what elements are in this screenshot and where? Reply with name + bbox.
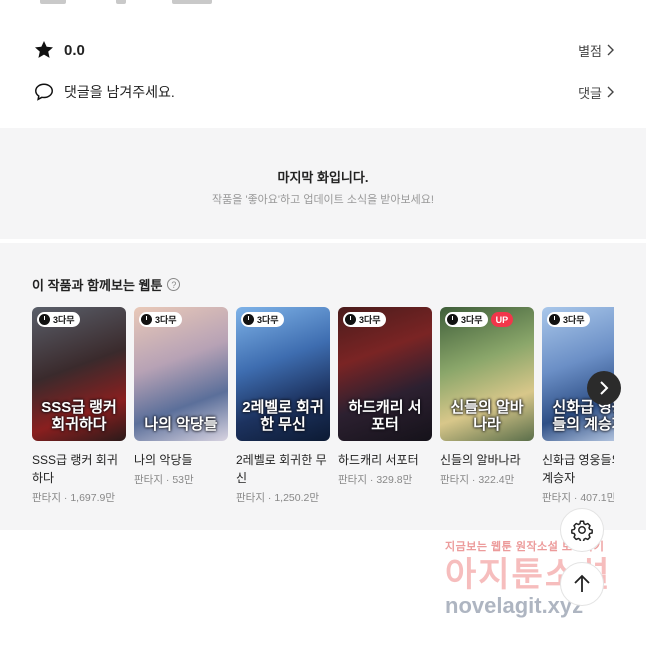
rating-link[interactable]: 별점 [578, 41, 614, 60]
webtoon-meta: 판타지 · 1,697.9만 [32, 492, 116, 504]
chevron-right-icon [600, 381, 609, 395]
webtoon-thumbnail[interactable]: 3다무 하드캐리 서포터 [338, 307, 432, 441]
webtoon-card[interactable]: 3다무 2레벨로 회귀한 무신 2레벨로 회귀한 무신 판타지 · 1,250.… [236, 307, 330, 505]
settings-button[interactable] [560, 508, 604, 552]
wait-free-badge: 3다무 [139, 312, 182, 327]
webtoon-title[interactable]: 하드캐리 서포터 [338, 451, 432, 469]
last-episode-subtitle: 작품을 '좋아요'하고 업데이트 소식을 받아보세요! [212, 194, 434, 206]
chevron-right-icon [607, 44, 614, 56]
webtoon-meta: 판타지 · 53만 [134, 474, 194, 486]
comment-link-label: 댓글 [578, 85, 602, 101]
webtoon-thumbnail[interactable]: 3다무 2레벨로 회귀한 무신 [236, 307, 330, 441]
webtoon-title[interactable]: 신화급 영웅들의 계승자 [542, 451, 614, 487]
webtoon-card[interactable]: 3다무 SSS급 랭커 회귀하다 SSS급 랭커 회귀하다 판타지 · 1,69… [32, 307, 126, 505]
up-badge: UP [490, 312, 514, 327]
clock-icon [243, 314, 254, 325]
comment-row[interactable]: 댓글을 남겨주세요. 댓글 [32, 77, 614, 107]
clock-icon [447, 314, 458, 325]
recommendations-heading: 이 작품과 함께보는 웹툰 ? [32, 275, 181, 294]
webtoon-meta: 판타지 · 329.8만 [338, 474, 413, 486]
webtoon-card[interactable]: 3다무 하드캐리 서포터 하드캐리 서포터 판타지 · 329.8만 [338, 307, 432, 487]
webtoon-title[interactable]: SSS급 랭커 회귀하다 [32, 451, 126, 487]
clock-icon [141, 314, 152, 325]
webtoon-meta: 판타지 · 322.4만 [440, 474, 515, 486]
help-icon[interactable]: ? [167, 278, 181, 291]
webtoon-card[interactable]: 3다무 신화급 영웅들의 계승자 신화급 영웅들의 계승자 판타지 · 407.… [542, 307, 614, 505]
wait-free-badge: 3다무 [37, 312, 80, 327]
last-episode-title: 마지막 화입니다. [277, 170, 369, 185]
webtoon-meta: 판타지 · 1,250.2만 [236, 492, 320, 504]
clock-icon [39, 314, 50, 325]
webtoon-card[interactable]: 3다무 UP 신들의 알바나라 신들의 알바나라 판타지 · 322.4만 [440, 307, 534, 487]
rating-value: 0.0 [64, 41, 85, 59]
cover-title: 2레벨로 회귀한 무신 [242, 399, 324, 433]
cover-title: 신들의 알바나라 [450, 399, 524, 433]
recommendations-carousel[interactable]: 3다무 SSS급 랭커 회귀하다 SSS급 랭커 회귀하다 판타지 · 1,69… [32, 307, 614, 517]
rating-link-label: 별점 [578, 43, 602, 59]
wait-free-badge: 3다무 [343, 312, 386, 327]
webtoon-title[interactable]: 나의 악당들 [134, 451, 228, 469]
chevron-right-icon [607, 86, 614, 98]
recommendations-title: 이 작품과 함께보는 웹툰 [32, 278, 163, 293]
webtoon-title[interactable]: 2레벨로 회귀한 무신 [236, 451, 330, 487]
rating-row[interactable]: 0.0 별점 [32, 35, 614, 65]
arrow-up-icon [574, 574, 590, 592]
speech-bubble-icon [32, 80, 56, 104]
star-icon [32, 38, 56, 62]
carousel-next-button[interactable] [587, 371, 621, 405]
webtoon-thumbnail[interactable]: 3다무 SSS급 랭커 회귀하다 [32, 307, 126, 441]
webtoon-meta: 판타지 · 407.1만 [542, 492, 614, 504]
cover-title: 나의 악당들 [144, 416, 218, 433]
webtoon-card[interactable]: 3다무 나의 악당들 나의 악당들 판타지 · 53만 [134, 307, 228, 487]
comment-prompt: 댓글을 남겨주세요. [64, 84, 175, 100]
webtoon-thumbnail[interactable]: 3다무 나의 악당들 [134, 307, 228, 441]
clock-icon [549, 314, 560, 325]
scroll-to-top-button[interactable] [560, 562, 604, 606]
clock-icon [345, 314, 356, 325]
wait-free-badge: 3다무 [241, 312, 284, 327]
webtoon-title[interactable]: 신들의 알바나라 [440, 451, 534, 469]
cover-title: 하드캐리 서포터 [348, 399, 422, 433]
cover-title: SSS급 랭커 회귀하다 [41, 399, 117, 433]
truncated-top-text [0, 0, 646, 10]
wait-free-badge: 3다무 [547, 312, 590, 327]
wait-free-badge: 3다무 [445, 312, 488, 327]
comment-link[interactable]: 댓글 [578, 83, 614, 102]
gear-icon [571, 520, 593, 541]
webtoon-thumbnail[interactable]: 3다무 UP 신들의 알바나라 [440, 307, 534, 441]
